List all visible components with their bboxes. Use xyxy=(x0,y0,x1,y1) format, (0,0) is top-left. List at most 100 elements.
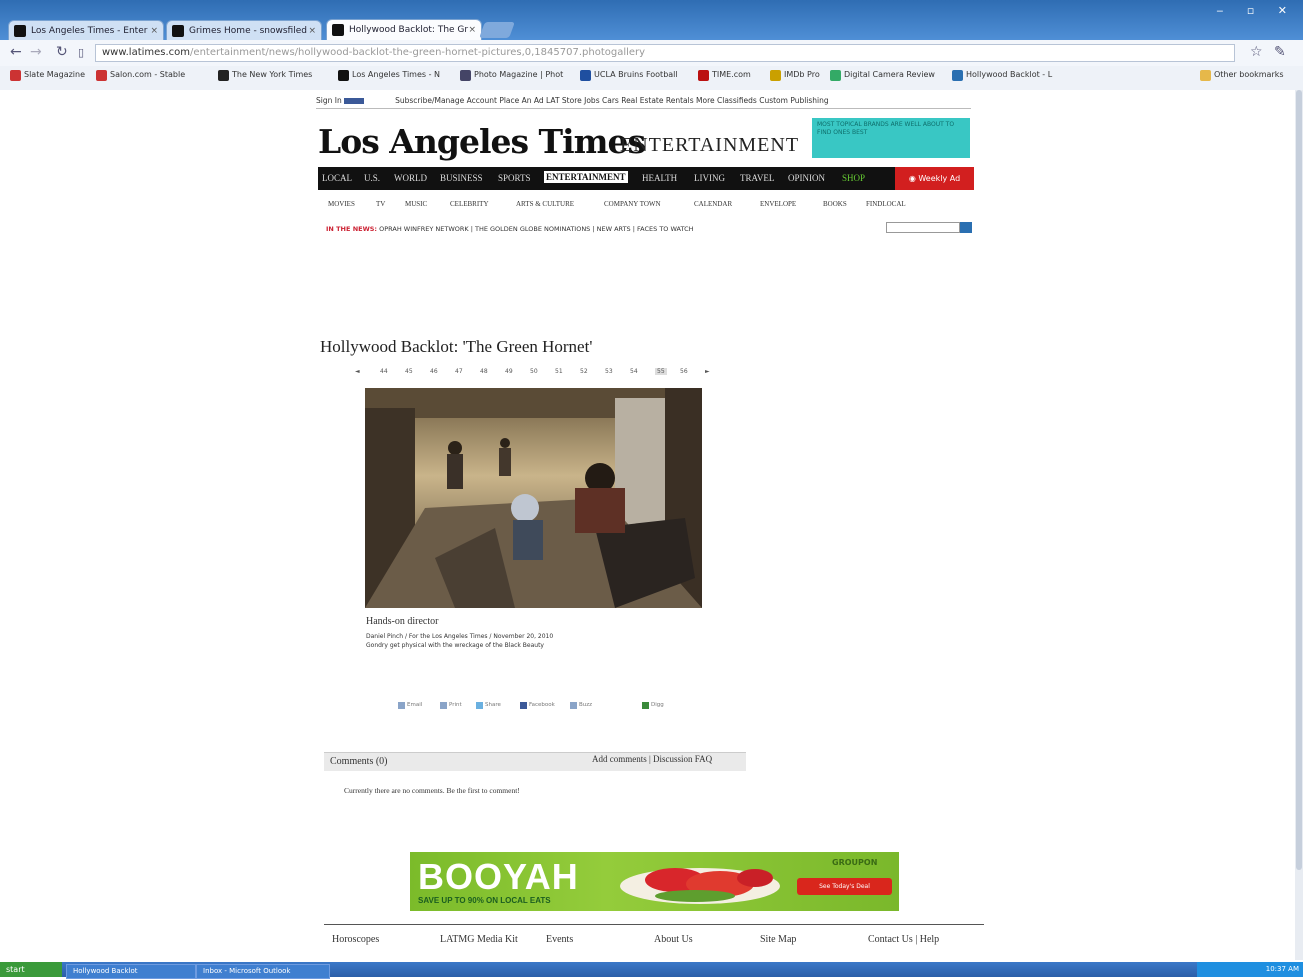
bookmark-item[interactable]: IMDb Pro xyxy=(770,70,820,81)
tab-grimes[interactable]: Grimes Home - snowsfiled × xyxy=(166,20,322,42)
weekly-ad-button[interactable]: ◉ Weekly Ad xyxy=(895,167,974,190)
share-share[interactable]: Share xyxy=(476,702,501,709)
caption-title: Hands-on director xyxy=(366,616,439,627)
gallery-page-link[interactable]: 46 xyxy=(430,368,438,375)
search-input[interactable] xyxy=(886,222,960,233)
bookmark-item[interactable]: Digital Camera Review xyxy=(830,70,935,81)
section-title: ENTERTAINMENT xyxy=(620,134,800,156)
search-button[interactable] xyxy=(960,222,972,233)
subnav-findlocal[interactable]: FINDLOCAL xyxy=(866,200,906,208)
gallery-page-link[interactable]: 52 xyxy=(580,368,588,375)
social-icon[interactable] xyxy=(344,98,365,104)
nav-opinion[interactable]: OPINION xyxy=(788,173,825,183)
subnav-arts[interactable]: ARTS & CULTURE xyxy=(516,200,574,208)
bookmark-favicon-icon xyxy=(770,70,781,81)
gallery-page-link[interactable]: ► xyxy=(705,368,710,375)
gallery-page-link[interactable]: ◄ xyxy=(355,368,360,375)
bookmark-favicon-icon xyxy=(460,70,471,81)
photo-image xyxy=(365,388,702,608)
footer-events[interactable]: Events xyxy=(546,934,573,945)
footer-about[interactable]: About Us xyxy=(654,934,693,945)
photo-credit: Daniel Pinch / For the Los Angeles Times… xyxy=(366,632,666,650)
footer-site-map[interactable]: Site Map xyxy=(760,934,796,945)
window-controls[interactable]: ‒ ▫ ✕ xyxy=(1216,4,1297,17)
footer-media-kit[interactable]: LATMG Media Kit xyxy=(440,934,518,945)
gallery-page-link[interactable]: 50 xyxy=(530,368,538,375)
caption-text: Gondry get physical with the wreckage of… xyxy=(366,642,544,649)
bookmark-item[interactable]: Photo Magazine | Phot xyxy=(460,70,563,81)
start-button[interactable]: start xyxy=(0,962,62,977)
address-bar[interactable]: www.latimes.com/entertainment/news/holly… xyxy=(95,44,1235,62)
close-tab-icon[interactable]: × xyxy=(308,21,316,41)
bookmark-favicon-icon xyxy=(96,70,107,81)
trending-bar: IN THE NEWS: OPRAH WINFREY NETWORK | THE… xyxy=(326,225,694,233)
gallery-page-link[interactable]: 51 xyxy=(555,368,563,375)
close-tab-icon[interactable]: × xyxy=(468,20,476,40)
comments-links[interactable]: Add comments | Discussion FAQ xyxy=(592,754,712,764)
footer-contact-help[interactable]: Contact Us | Help xyxy=(868,934,939,945)
share-facebook[interactable]: Facebook xyxy=(520,702,555,709)
other-bookmarks[interactable]: Other bookmarks xyxy=(1200,70,1284,81)
share-digg[interactable]: Digg xyxy=(642,702,664,709)
top-nav-links[interactable]: Subscribe/Manage Account Place An Ad LAT… xyxy=(395,96,829,105)
back-icon[interactable]: ← xyxy=(10,44,22,60)
ad-cta-button[interactable]: See Today's Deal xyxy=(797,878,892,895)
scrollbar-thumb[interactable] xyxy=(1296,90,1302,870)
folder-icon xyxy=(1200,70,1211,81)
nav-travel[interactable]: TRAVEL xyxy=(740,173,774,183)
gallery-page-link[interactable]: 56 xyxy=(680,368,688,375)
new-tab-button[interactable] xyxy=(479,22,515,38)
subnav-books[interactable]: BOOKS xyxy=(823,200,847,208)
footer-divider xyxy=(324,924,984,925)
bookmark-item[interactable]: The New York Times xyxy=(218,70,312,81)
forward-icon[interactable]: → xyxy=(30,44,42,60)
subnav-movies[interactable]: MOVIES xyxy=(328,200,355,208)
gallery-page-link[interactable]: 48 xyxy=(480,368,488,375)
bookmark-favicon-icon xyxy=(830,70,841,81)
subnav-music[interactable]: MUSIC xyxy=(405,200,427,208)
gallery-page-link[interactable]: 44 xyxy=(380,368,388,375)
nav-health[interactable]: HEALTH xyxy=(642,173,677,183)
nav-us[interactable]: U.S. xyxy=(364,173,380,183)
scrollbar[interactable] xyxy=(1295,90,1303,960)
gallery-page-link[interactable]: 54 xyxy=(630,368,638,375)
gallery-page-link[interactable]: 53 xyxy=(605,368,613,375)
share-print[interactable]: Print xyxy=(440,702,462,709)
close-tab-icon[interactable]: × xyxy=(150,21,158,41)
site-logo[interactable]: Los Angeles Times xyxy=(318,122,646,161)
nav-shop[interactable]: SHOP xyxy=(842,173,865,183)
nav-local[interactable]: LOCAL xyxy=(322,173,352,183)
footer-horoscopes[interactable]: Horoscopes xyxy=(332,934,379,945)
nav-entertainment[interactable]: ENTERTAINMENT xyxy=(544,171,628,183)
subnav-tv[interactable]: TV xyxy=(376,200,385,208)
gallery-page-link[interactable]: 47 xyxy=(455,368,463,375)
nav-living[interactable]: LIVING xyxy=(694,173,725,183)
bookmark-item[interactable]: Salon.com - Stable xyxy=(96,70,185,81)
star-icon[interactable]: ☆ xyxy=(1250,44,1263,60)
tab-los-angeles-times[interactable]: Los Angeles Times - Enter × xyxy=(8,20,164,42)
gallery-page-link[interactable]: 49 xyxy=(505,368,513,375)
share-buzz[interactable]: Buzz xyxy=(570,702,592,709)
subnav-calendar[interactable]: CALENDAR xyxy=(694,200,732,208)
bookmark-item[interactable]: Los Angeles Times - N xyxy=(338,70,440,81)
nav-sports[interactable]: SPORTS xyxy=(498,173,530,183)
share-email[interactable]: Email xyxy=(398,702,422,709)
subnav-envelope[interactable]: ENVELOPE xyxy=(760,200,796,208)
clock[interactable]: 10:37 AM xyxy=(1266,965,1299,973)
sign-in-link[interactable]: Sign In xyxy=(316,96,342,105)
reload-icon[interactable]: ↻ xyxy=(56,44,68,60)
gallery-photo[interactable] xyxy=(365,388,702,608)
bookmark-item[interactable]: TIME.com xyxy=(698,70,751,81)
subnav-company-town[interactable]: COMPANY TOWN xyxy=(604,200,661,208)
nav-business[interactable]: BUSINESS xyxy=(440,173,483,183)
nav-world[interactable]: WORLD xyxy=(394,173,427,183)
gallery-page-link[interactable]: 55 xyxy=(655,368,667,375)
bookmark-item[interactable]: Hollywood Backlot - L xyxy=(952,70,1052,81)
bookmark-item[interactable]: UCLA Bruins Football xyxy=(580,70,678,81)
wrench-icon[interactable]: ✎ xyxy=(1274,44,1286,60)
trending-links[interactable]: OPRAH WINFREY NETWORK | THE GOLDEN GLOBE… xyxy=(379,225,693,233)
gallery-page-link[interactable]: 45 xyxy=(405,368,413,375)
bookmark-item[interactable]: Slate Magazine xyxy=(10,70,85,81)
promo-ad[interactable]: MOST TOPICAL BRANDS ARE WELL ABOUT TO FI… xyxy=(812,118,970,158)
subnav-celebrity[interactable]: CELEBRITY xyxy=(450,200,489,208)
